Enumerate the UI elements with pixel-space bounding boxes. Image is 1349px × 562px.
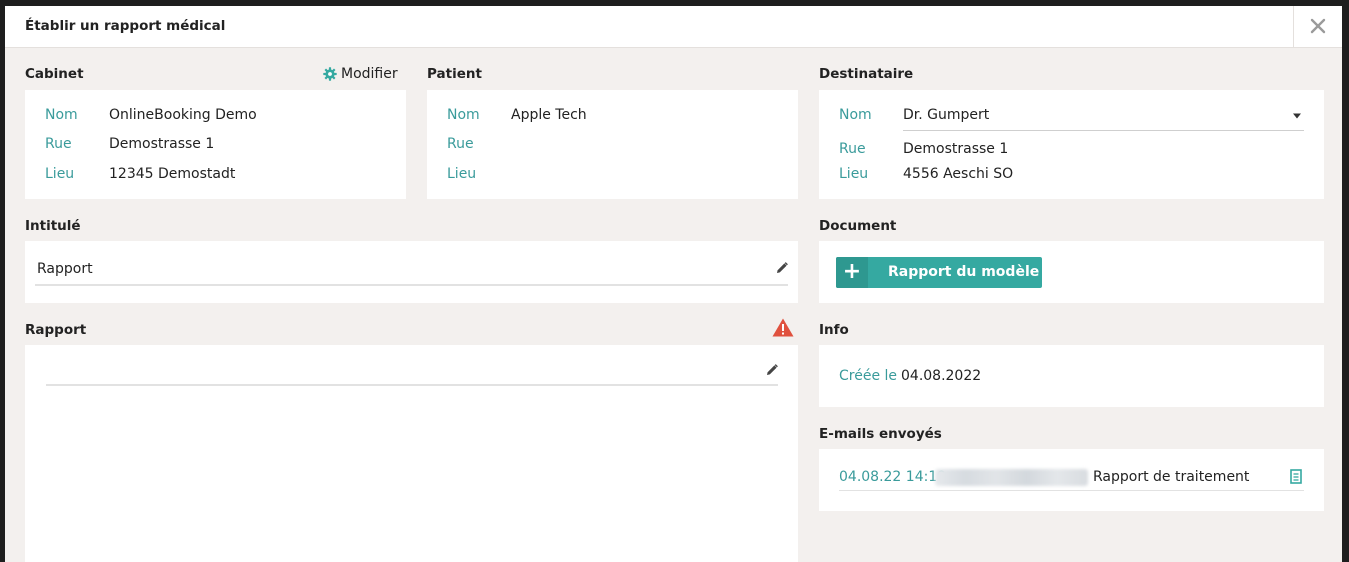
- recipient-name-label: Nom: [839, 107, 872, 123]
- patient-card: Nom Apple Tech Rue Lieu: [427, 90, 798, 199]
- info-heading: Info: [819, 322, 849, 338]
- recipient-card: Nom Dr. Gumpert Rue Demostrasse 1 Lieu 4…: [819, 90, 1324, 199]
- email-subject: Rapport de traitement: [1093, 469, 1250, 485]
- info-card: Créée le 04.08.2022: [819, 345, 1324, 407]
- cabinet-heading: Cabinet: [25, 66, 84, 82]
- modify-label: Modifier: [341, 66, 398, 82]
- redacted-recipient-email: [935, 469, 1088, 486]
- title-input[interactable]: Rapport: [35, 253, 788, 286]
- emails-heading: E-mails envoyés: [819, 426, 942, 442]
- title-card: Rapport: [25, 241, 798, 303]
- pencil-icon: [777, 262, 788, 273]
- recipient-selected-value: Dr. Gumpert: [903, 107, 990, 123]
- cabinet-name-label: Nom: [45, 107, 78, 123]
- caret-down-icon: [1293, 113, 1301, 119]
- created-label: Créée le: [839, 368, 898, 384]
- dialog-header: Établir un rapport médical: [5, 6, 1342, 48]
- cabinet-city-label: Lieu: [45, 166, 75, 182]
- email-timestamp: 04.08.22 14:19: [839, 469, 947, 485]
- warning-icon: [772, 318, 794, 337]
- cabinet-street-label: Rue: [45, 136, 72, 152]
- recipient-select-underline: [903, 130, 1304, 131]
- cabinet-city-value: 12345 Demostadt: [109, 166, 236, 182]
- recipient-city-value: 4556 Aeschi SO: [903, 166, 1014, 182]
- report-text-area[interactable]: [46, 357, 778, 386]
- title-heading: Intitulé: [25, 218, 81, 234]
- created-value: 04.08.2022: [901, 368, 982, 384]
- title-input-value: Rapport: [37, 261, 93, 277]
- cabinet-name-value: OnlineBooking Demo: [109, 107, 257, 123]
- patient-street-label: Rue: [447, 136, 474, 152]
- pencil-icon: [767, 364, 778, 375]
- report-text-underline: [46, 384, 778, 386]
- report-from-template-label: Rapport du modèle: [888, 264, 1040, 280]
- document-heading: Document: [819, 218, 897, 234]
- gear-icon: [323, 67, 337, 81]
- patient-name-label: Nom: [447, 107, 480, 123]
- cabinet-card: Nom OnlineBooking Demo Rue Demostrasse 1…: [25, 90, 406, 199]
- recipient-select[interactable]: Dr. Gumpert: [903, 99, 1304, 131]
- patient-name-value: Apple Tech: [511, 107, 587, 123]
- report-heading: Rapport: [25, 322, 87, 338]
- patient-city-label: Lieu: [447, 166, 477, 182]
- close-icon: [1310, 18, 1326, 34]
- title-input-underline: [35, 284, 788, 286]
- cabinet-street-value: Demostrasse 1: [109, 136, 215, 152]
- recipient-heading: Destinataire: [819, 66, 914, 82]
- report-from-template-button[interactable]: + Rapport du modèle: [836, 257, 1042, 288]
- dialog-title: Établir un rapport médical: [25, 18, 226, 34]
- patient-heading: Patient: [427, 66, 482, 82]
- recipient-street-value: Demostrasse 1: [903, 141, 1009, 157]
- report-dialog: Établir un rapport médical Cabinet Modif…: [5, 6, 1342, 562]
- recipient-city-label: Lieu: [839, 166, 869, 182]
- recipient-street-label: Rue: [839, 141, 866, 157]
- report-card: [25, 345, 798, 562]
- document-icon[interactable]: [1290, 469, 1302, 484]
- plus-icon: +: [836, 257, 868, 288]
- close-button[interactable]: [1293, 6, 1342, 47]
- email-item-underline: [839, 490, 1304, 491]
- modify-cabinet-button[interactable]: Modifier: [323, 66, 398, 82]
